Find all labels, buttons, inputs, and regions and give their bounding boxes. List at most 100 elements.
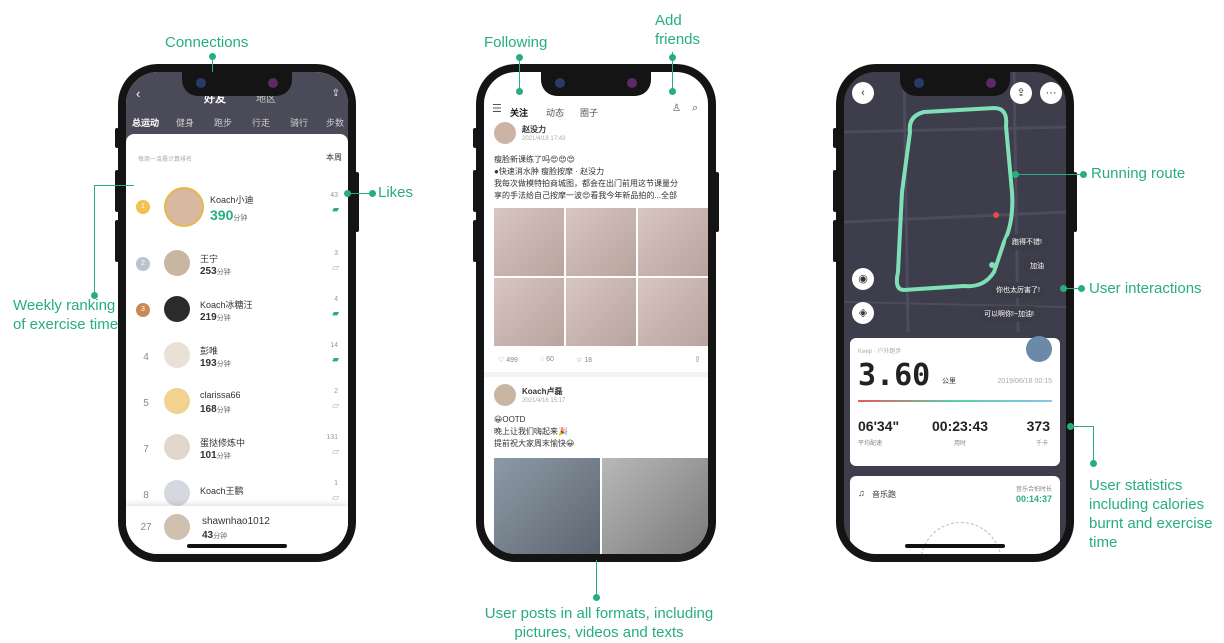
ranking-row-4[interactable]: 4 彭唯 193分钟 14 ▰ <box>126 332 348 380</box>
comment-button[interactable]: ◌ 60 <box>540 356 554 363</box>
music-run-label: 音乐跑 <box>872 490 896 499</box>
ranking-row-2[interactable]: 2 王宁 253分钟 3 ▱ <box>126 240 348 288</box>
post-text-line: 晚上让我们嗨起来🎉 <box>494 427 568 436</box>
like-count: 43 <box>330 192 338 199</box>
comment-bubble[interactable]: 加油 <box>1024 258 1050 274</box>
ranking-minutes: 43分钟 <box>202 530 228 541</box>
post-photo[interactable] <box>566 208 636 276</box>
tab-steps[interactable]: 步数 <box>326 116 344 129</box>
ranking-row-7[interactable]: 7 蛋挞修炼中 101分钟 131 ▱ <box>126 424 348 472</box>
run-date: 2019/06/18 00:15 <box>997 378 1053 385</box>
back-icon[interactable]: ‹ <box>136 86 140 101</box>
music-run-card[interactable]: ♫ 音乐跑 音乐合拍时长 00:14:37 <box>850 476 1060 554</box>
favorite-button[interactable]: ☆ 18 <box>576 356 592 364</box>
connector-dot <box>669 88 676 95</box>
connector-line <box>94 185 95 295</box>
eye-icon[interactable]: ◉ <box>852 268 874 290</box>
ranking-name: Koach冰糖汪 <box>200 300 253 310</box>
ranking-row-3[interactable]: 3 Koach冰糖汪 219分钟 4 ▰ <box>126 286 348 334</box>
post-text-line: 瘦脸新课练了吗😍😍😍 <box>494 155 576 164</box>
post-author[interactable]: Koach卢磊 <box>522 386 562 397</box>
rank-number: 8 <box>143 490 149 501</box>
post-tags[interactable]: ●快速消水肿 瘦脸按摩 · 赵没力 <box>494 166 604 178</box>
ranking-minutes: 193分钟 <box>200 358 231 369</box>
ranking-row-5[interactable]: 5 clarissa66 168分钟 2 ▱ <box>126 378 348 426</box>
avatar[interactable] <box>494 384 516 406</box>
post-photo[interactable] <box>494 278 564 346</box>
ranking-name: clarissa66 <box>200 390 241 400</box>
comment-bubble[interactable]: 跑得不错! <box>1006 234 1048 250</box>
post-author[interactable]: 赵没力 <box>522 124 546 135</box>
post-photo[interactable] <box>638 278 708 346</box>
phone3-frame: ● ● ‹ ⇪ ··· ◉ ◈ 跑得不错! 加油 你也太厉害了! 可以啊你!~加… <box>836 64 1074 562</box>
share-icon[interactable]: ⇪ <box>694 355 701 364</box>
thumbs-up-icon[interactable]: ▱ <box>332 492 339 503</box>
post-text-line: 享的手法给自己按摩一波😍看我今年新品拍的...全部 <box>494 191 678 200</box>
post-photo[interactable] <box>494 208 564 276</box>
rank-number: 27 <box>140 522 152 533</box>
connector-dot <box>1080 171 1087 178</box>
tab-cycling[interactable]: 骑行 <box>290 116 308 129</box>
rank-number: 5 <box>143 398 149 409</box>
thumbs-up-icon[interactable]: ▰ <box>332 354 339 365</box>
phone2-frame: ☰ 关注 动态 圈子 ♙ ⌕ 赵没力 2021/4/18 17:43 瘦脸新课练… <box>476 64 716 562</box>
end-pin-icon: ● <box>992 206 1001 222</box>
tab-following[interactable]: 关注 <box>510 106 528 119</box>
post-photo[interactable] <box>566 278 636 346</box>
more-icon[interactable]: ··· <box>1040 82 1062 104</box>
ranking-name: 彭唯 <box>200 346 219 356</box>
calories-value: 373 <box>1026 418 1050 434</box>
period-selector[interactable]: 本周 <box>326 152 342 163</box>
tab-circles[interactable]: 圈子 <box>580 106 598 119</box>
back-button[interactable]: ‹ <box>852 82 874 104</box>
tab-fitness[interactable]: 健身 <box>176 116 194 129</box>
thumbs-up-icon[interactable]: ▱ <box>332 446 339 457</box>
layers-icon[interactable]: ◈ <box>852 302 874 324</box>
phone2-notch <box>541 72 651 96</box>
phone3-notch <box>900 72 1010 96</box>
thumbs-up-icon[interactable]: ▰ <box>332 204 339 215</box>
connector-line <box>94 185 134 186</box>
ranking-minutes: 253分钟 <box>200 266 231 277</box>
like-button[interactable]: ♡ 499 <box>498 356 518 364</box>
comment-bubble[interactable]: 可以啊你!~加油! <box>978 306 1040 322</box>
connector-dot <box>1067 423 1074 430</box>
ranking-name: shawnhao1012 <box>202 516 270 527</box>
ranking-panel: 每周一凌晨计算排名 本周 1 Koach小迪 390分钟 43 ▰ 2 王宁 2… <box>126 134 348 554</box>
callout-running-route: Running route <box>1091 165 1186 182</box>
distance-value: 3.60 <box>858 358 931 393</box>
post-photo[interactable] <box>494 458 600 554</box>
post-text-line: 😀OOTD <box>494 415 526 424</box>
search-icon[interactable]: ⌕ <box>692 102 698 115</box>
ranking-row-1[interactable]: 1 Koach小迪 390分钟 43 ▰ <box>126 180 348 236</box>
add-friend-icon[interactable]: ♙ <box>672 103 681 114</box>
avatar <box>164 342 190 368</box>
comment-bubble[interactable]: 你也太厉害了! <box>990 282 1046 298</box>
like-count: 3 <box>334 250 338 257</box>
rank-medal-bronze: 3 <box>136 303 150 317</box>
tab-all-sports[interactable]: 总运动 <box>132 116 159 129</box>
thumbs-up-icon[interactable]: ▱ <box>332 400 339 411</box>
calories-label: 千卡 <box>1035 441 1048 447</box>
tab-dynamic[interactable]: 动态 <box>546 106 564 119</box>
thumbs-up-icon[interactable]: ▰ <box>332 308 339 319</box>
rank-number: 4 <box>143 352 149 363</box>
thumbs-up-icon[interactable]: ▱ <box>332 262 339 273</box>
tab-walking[interactable]: 行走 <box>252 116 270 129</box>
ranking-name: 王宁 <box>200 254 219 264</box>
post-photo[interactable] <box>602 458 708 554</box>
avatar[interactable] <box>494 122 516 144</box>
like-count: 4 <box>334 296 338 303</box>
phone3-screen: ● ● ‹ ⇪ ··· ◉ ◈ 跑得不错! 加油 你也太厉害了! 可以啊你!~加… <box>844 72 1066 554</box>
share-icon[interactable]: ⇪ <box>1010 82 1032 104</box>
post-photo[interactable] <box>638 208 708 276</box>
tab-running[interactable]: 跑步 <box>214 116 232 129</box>
avatar <box>164 296 190 322</box>
ranking-minutes: 390分钟 <box>210 207 248 223</box>
avatar <box>164 250 190 276</box>
share-icon[interactable]: ⇪ <box>332 88 340 99</box>
connector-dot <box>669 54 676 61</box>
callout-user-interactions: User interactions <box>1089 280 1202 297</box>
callout-weekly-ranking: Weekly ranking of exercise time <box>13 297 119 333</box>
menu-icon[interactable]: ☰ <box>492 102 502 115</box>
